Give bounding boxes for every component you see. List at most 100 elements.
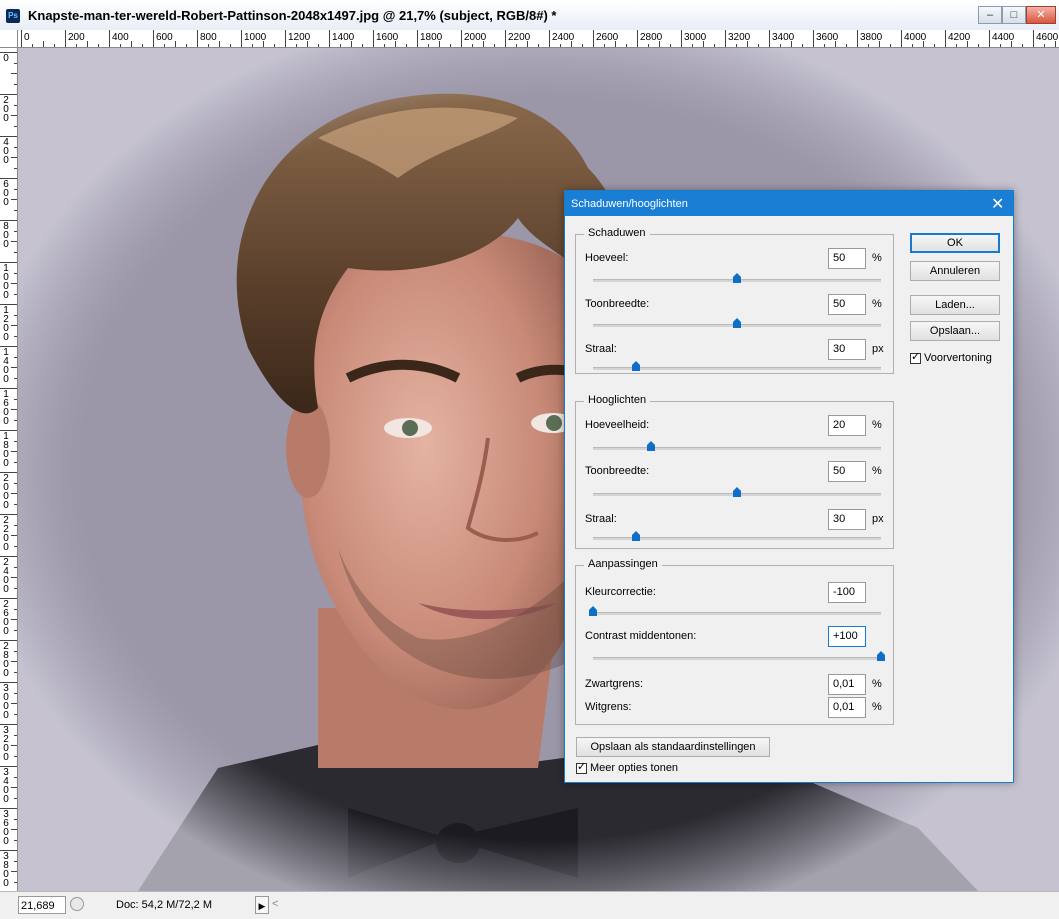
ruler-label: 1000: [3, 263, 9, 301]
shadows-tonal-width-label: Toonbreedte:: [585, 298, 650, 310]
scroll-left-icon[interactable]: <: [272, 898, 278, 910]
more-options-checkbox[interactable]: [576, 761, 587, 774]
black-clip-input[interactable]: 0,01: [828, 674, 866, 695]
ruler-major-tick: [373, 30, 374, 47]
cancel-button[interactable]: Annuleren: [910, 261, 1000, 281]
maximize-button[interactable]: □: [1002, 6, 1026, 24]
highlights-amount-unit: %: [872, 419, 882, 431]
color-correction-slider-thumb[interactable]: [589, 606, 597, 616]
shadows-tonal-width-slider-thumb[interactable]: [733, 318, 741, 328]
save-as-defaults-button[interactable]: Opslaan als standaardinstellingen: [576, 737, 770, 757]
ruler-minor-tick: [11, 367, 17, 368]
ruler-minor-tick: [890, 44, 891, 47]
save-button[interactable]: Opslaan...: [910, 321, 1000, 341]
shadows-amount-slider-thumb[interactable]: [733, 273, 741, 283]
midtone-contrast-slider[interactable]: [593, 657, 881, 660]
photoshop-app-icon: Ps: [6, 9, 20, 23]
ruler-label: 3200: [3, 725, 9, 763]
ruler-minor-tick: [11, 535, 17, 536]
ruler-origin[interactable]: [0, 30, 18, 48]
ruler-minor-tick: [14, 461, 17, 463]
ruler-minor-tick: [11, 73, 17, 74]
shadows-radius-input[interactable]: 30: [828, 339, 866, 360]
white-clip-input[interactable]: 0,01: [828, 697, 866, 718]
ruler-minor-tick: [11, 283, 17, 284]
close-window-button[interactable]: ✕: [1026, 6, 1056, 24]
shadows-radius-slider-thumb[interactable]: [632, 361, 641, 371]
highlights-radius-label: Straal:: [585, 513, 617, 525]
ruler-minor-tick: [395, 41, 396, 47]
ruler-major-tick: [857, 30, 858, 47]
ruler-minor-tick: [14, 629, 17, 631]
ruler-minor-tick: [516, 44, 517, 47]
ruler-major-tick: [725, 30, 726, 47]
ruler-minor-tick: [14, 587, 17, 589]
ruler-label: 800: [3, 221, 9, 250]
ruler-major-tick: [549, 30, 550, 47]
ruler-label: 3400: [3, 767, 9, 805]
zoom-level-input[interactable]: 21,689: [18, 896, 66, 914]
ruler-minor-tick: [11, 493, 17, 494]
ruler-major-tick: [65, 30, 66, 47]
photoshop-document-window: Ps Knapste-man-ter-wereld-Robert-Pattins…: [0, 0, 1059, 919]
horizontal-ruler[interactable]: 0 200 400 600 800 1000 1200 1400 1600 1800 2000 220…: [18, 30, 1059, 48]
ruler-minor-tick: [571, 41, 572, 47]
ruler-minor-tick: [175, 41, 176, 47]
ruler-minor-tick: [978, 44, 979, 47]
shadows-tonal-width-unit: %: [872, 298, 882, 310]
ruler-major-tick: [153, 30, 154, 47]
ruler-minor-tick: [14, 881, 17, 883]
midtone-contrast-slider-thumb[interactable]: [877, 651, 885, 661]
ruler-minor-tick: [934, 44, 935, 47]
dialog-title: Schaduwen/hooglichten: [571, 198, 688, 210]
shadows-radius-label: Straal:: [585, 343, 617, 355]
ruler-minor-tick: [14, 62, 17, 64]
ruler-minor-tick: [14, 545, 17, 547]
shadows-legend: Schaduwen: [584, 227, 650, 239]
ok-button[interactable]: OK: [910, 233, 1000, 253]
shadows-amount-input[interactable]: 50: [828, 248, 866, 269]
close-icon[interactable]: ✕: [991, 194, 1004, 214]
ruler-minor-tick: [538, 44, 539, 47]
highlights-tonal-width-input[interactable]: 50: [828, 461, 866, 482]
color-correction-slider[interactable]: [593, 612, 881, 615]
color-correction-input[interactable]: -100: [828, 582, 866, 603]
ruler-label: 400: [112, 32, 129, 43]
ruler-minor-tick: [780, 44, 781, 47]
ruler-minor-tick: [1000, 44, 1001, 47]
dialog-title-bar[interactable]: Schaduwen/hooglichten ✕: [565, 191, 1013, 216]
ruler-label: 0: [3, 53, 9, 64]
ruler-minor-tick: [11, 115, 17, 116]
ruler-major-tick: [769, 30, 770, 47]
highlights-amount-input[interactable]: 20: [828, 415, 866, 436]
ruler-minor-tick: [11, 325, 17, 326]
ruler-major-tick: [21, 30, 22, 47]
status-menu-arrow-icon[interactable]: ▶: [255, 896, 269, 914]
ruler-label: 600: [3, 179, 9, 208]
ruler-minor-tick: [648, 44, 649, 47]
midtone-contrast-input[interactable]: +100: [828, 626, 866, 647]
title-bar[interactable]: Ps Knapste-man-ter-wereld-Robert-Pattins…: [0, 0, 1059, 31]
ruler-minor-tick: [1044, 44, 1045, 47]
ruler-label: 0: [24, 32, 30, 43]
vertical-ruler[interactable]: 0 200 400 600 800 1000 1200 1400 1600 1800 2000 220…: [0, 48, 18, 891]
shadows-tonal-width-input[interactable]: 50: [828, 294, 866, 315]
load-button[interactable]: Laden...: [910, 295, 1000, 315]
ruler-major-tick: [197, 30, 198, 47]
ruler-minor-tick: [14, 503, 17, 505]
ruler-minor-tick: [54, 44, 55, 47]
highlights-tonal-width-slider-thumb[interactable]: [733, 487, 741, 497]
share-icon[interactable]: [70, 897, 84, 911]
ruler-minor-tick: [263, 41, 264, 47]
minimize-button[interactable]: –: [978, 6, 1002, 24]
highlights-amount-slider[interactable]: [593, 447, 881, 450]
midtone-contrast-label: Contrast middentonen:: [585, 630, 697, 642]
ruler-minor-tick: [11, 199, 17, 200]
ruler-major-tick: [989, 30, 990, 47]
highlights-radius-slider-thumb[interactable]: [632, 531, 641, 541]
highlights-radius-input[interactable]: 30: [828, 509, 866, 530]
preview-checkbox[interactable]: [910, 351, 921, 364]
highlights-amount-slider-thumb[interactable]: [646, 441, 655, 451]
ruler-minor-tick: [450, 44, 451, 47]
ruler-label: 200: [68, 32, 85, 43]
